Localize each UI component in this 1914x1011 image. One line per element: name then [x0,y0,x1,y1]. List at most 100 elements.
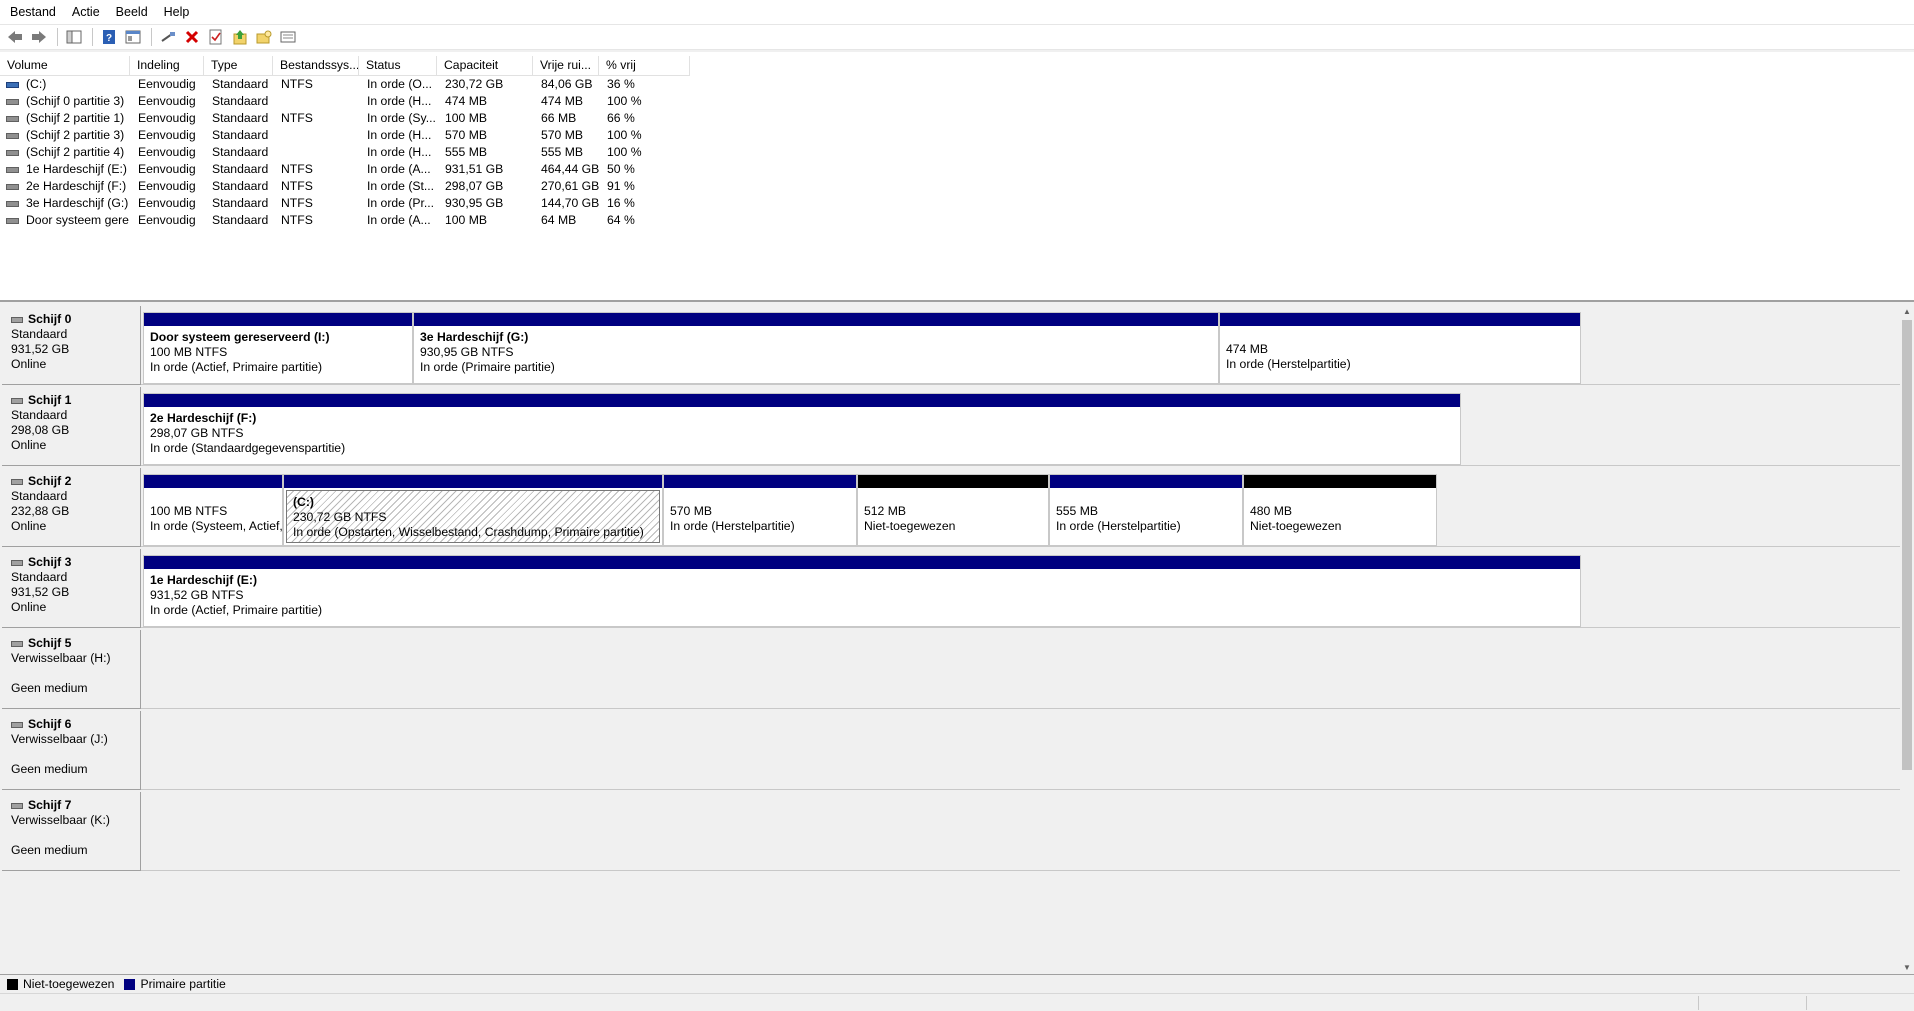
partition-info: (C:) 230,72 GB NTFS In orde (Opstarten, Wi… [286,490,660,543]
disk-graphical-view: Schijf 0 Standaard 931,52 GB Online Door sys… [0,304,1900,974]
volume-row[interactable]: (C:) Eenvoudig Standaard NTFS In orde (O... 2… [0,76,690,93]
disk-label[interactable]: Schijf 7 Verwisselbaar (K:) Geen medium [2,792,141,871]
partition-size: 480 MB [1250,504,1293,518]
partition-status: Niet-toegewezen [1250,519,1342,533]
disk-status: Online [11,438,47,452]
disk-label[interactable]: Schijf 2 Standaard 232,88 GB Online [2,468,141,547]
disk-name: Schijf 7 [28,798,72,812]
volume-cell: 66 MB [541,111,577,125]
scroll-down-icon[interactable]: ▼ [1900,960,1914,974]
column-procent-vrij[interactable]: % vrij [599,56,690,76]
partition-block[interactable]: 480 MB Niet-toegewezen [1243,474,1437,546]
partition-block[interactable]: 555 MB In orde (Herstelpartitie) [1049,474,1243,546]
properties-icon[interactable] [122,26,144,48]
volume-name-cell: (Schijf 2 partitie 4) [0,144,130,161]
column-capaciteit[interactable]: Capaciteit [437,56,533,76]
column-indeling[interactable]: Indeling [130,56,204,76]
volume-row[interactable]: 1e Hardeschijf (E:) Eenvoudig Standaard NTF… [0,161,690,178]
partition-block[interactable]: 1e Hardeschijf (E:) 931,52 GB NTFS In orde… [143,555,1581,627]
column-type[interactable]: Type [204,56,273,76]
volume-name: 1e Hardeschijf (E:) [26,162,127,176]
partition-block[interactable]: 512 MB Niet-toegewezen [857,474,1049,546]
volume-cell: 64 MB [541,213,577,227]
legend-label: Primaire partitie [140,977,226,991]
primary-partition-bar [1050,475,1242,488]
connect-icon[interactable] [157,26,179,48]
disk-label[interactable]: Schijf 5 Verwisselbaar (H:) Geen medium [2,630,141,709]
menu-bar: Bestand Actie Beeld Help [0,0,1914,24]
column-volume[interactable]: Volume [0,56,130,76]
partition-size: 512 MB [864,504,907,518]
disk-label[interactable]: Schijf 0 Standaard 931,52 GB Online [2,306,141,385]
column-vrije-ruimte[interactable]: Vrije rui... [533,56,599,76]
disk-partition-area [141,630,1900,709]
volume-row[interactable]: 2e Hardeschijf (F:) Eenvoudig Standaard NTF… [0,178,690,195]
menu-beeld[interactable]: Beeld [108,0,156,24]
volume-row[interactable]: (Schijf 2 partitie 4) Eenvoudig Standaard I… [0,144,690,161]
volume-row[interactable]: Door systeem gere... Eenvoudig Standaard NT… [0,212,690,229]
forward-icon[interactable] [28,26,50,48]
back-icon[interactable] [4,26,26,48]
partition-size: 930,95 GB NTFS [420,345,514,359]
menu-help[interactable]: Help [156,0,198,24]
volume-cell: In orde (St... [367,179,435,193]
volume-row[interactable]: (Schijf 2 partitie 3) Eenvoudig Standaard I… [0,127,690,144]
check-icon[interactable] [205,26,227,48]
disk-label[interactable]: Schijf 6 Verwisselbaar (J:) Geen medium [2,711,141,790]
volume-icon [6,132,19,139]
partition-size: 931,52 GB NTFS [150,588,244,602]
disk-1: Schijf 1 Standaard 298,08 GB Online 2e Harde… [0,385,1900,466]
disk-status: Geen medium [11,762,88,776]
volume-row[interactable]: (Schijf 0 partitie 3) Eenvoudig Standaard I… [0,93,690,110]
partition-block[interactable]: 2e Hardeschijf (F:) 298,07 GB NTFS In orde… [143,393,1461,465]
volume-cell: 64 % [607,213,635,227]
volume-icon [6,217,19,224]
partition-block[interactable]: 100 MB NTFSIn orde (Systeem, Actief, Pri… [143,474,283,546]
partition-block[interactable]: Door systeem gereserveerd (I:) 100 MB NTF… [143,312,413,384]
delete-icon[interactable] [181,26,203,48]
disk-name: Schijf 1 [28,393,72,407]
console-tree-icon[interactable] [63,26,85,48]
disk-name: Schijf 2 [28,474,72,488]
volume-icon [6,81,19,88]
volume-cell: NTFS [281,77,313,91]
volume-cell: 91 % [607,179,635,193]
help-icon[interactable]: ? [98,26,120,48]
disk-5: Schijf 6 Verwisselbaar (J:) Geen medium [0,709,1900,790]
open-folder-icon[interactable] [253,26,275,48]
volume-cell: NTFS [281,111,313,125]
vertical-scrollbar[interactable]: ▲ ▼ [1900,304,1914,974]
partition-size: 555 MB [1056,504,1099,518]
volume-cell: 555 MB [445,145,488,159]
disk-label[interactable]: Schijf 3 Standaard 931,52 GB Online [2,549,141,628]
partition-size: 298,07 GB NTFS [150,426,244,440]
partition-status: Niet-toegewezen [864,519,956,533]
partition-size: 570 MB [670,504,713,518]
partition-block[interactable]: 570 MB In orde (Herstelpartitie) [663,474,857,546]
volume-row[interactable]: (Schijf 2 partitie 1) Eenvoudig Standaard N… [0,110,690,127]
export-icon[interactable] [229,26,251,48]
legend-item: Niet-toegewezen [7,977,114,991]
volume-cell: Standaard [212,111,269,125]
volume-row[interactable]: 3e Hardeschijf (G:) Eenvoudig Standaard NTF… [0,195,690,212]
partition-block[interactable]: 3e Hardeschijf (G:) 930,95 GB NTFS In orde… [413,312,1219,384]
view-icon[interactable] [277,26,299,48]
partition-block[interactable]: 474 MB In orde (Herstelpartitie) [1219,312,1581,384]
volume-cell: Eenvoudig [138,213,196,227]
disk-title: Schijf 7 [11,798,140,813]
disk-label[interactable]: Schijf 1 Standaard 298,08 GB Online [2,387,141,466]
menu-actie[interactable]: Actie [64,0,108,24]
menu-bestand[interactable]: Bestand [2,0,64,24]
column-status[interactable]: Status [359,56,437,76]
column-bestandssysteem[interactable]: Bestandssys... [273,56,359,76]
scroll-up-icon[interactable]: ▲ [1900,304,1914,318]
partition-block[interactable]: (C:) 230,72 GB NTFS In orde (Opstarten, Wi… [283,474,663,546]
scrollbar-thumb[interactable] [1902,320,1912,770]
volume-list-header: Volume Indeling Type Bestandssys... Stat… [0,56,690,76]
volume-cell: 931,51 GB [445,162,504,176]
disk-icon [11,640,23,647]
volume-name-cell: 1e Hardeschijf (E:) [0,161,130,178]
disk-partition-area [141,792,1900,871]
partition-title: Door systeem gereserveerd (I:) [150,330,330,344]
partition-title-spacer [864,492,1048,504]
